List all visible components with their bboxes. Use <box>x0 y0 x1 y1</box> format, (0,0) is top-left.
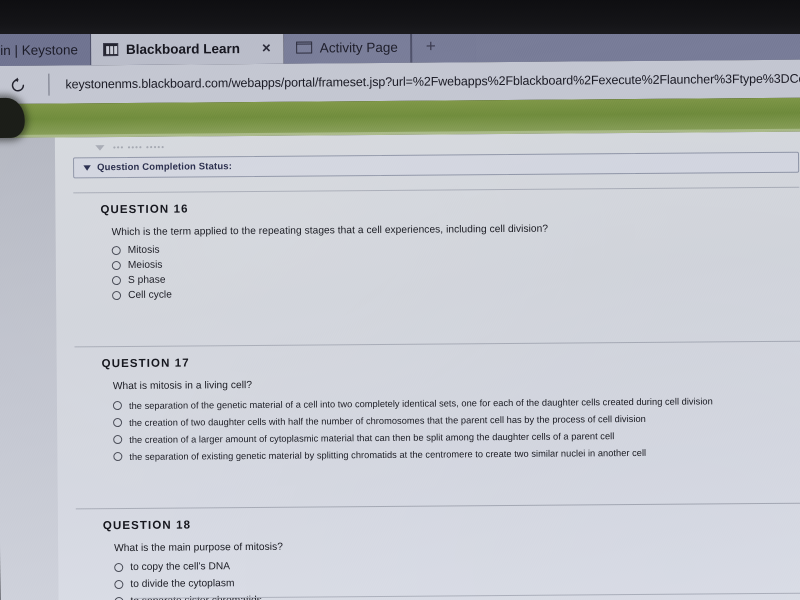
option-label: Meiosis <box>127 259 163 271</box>
cutoff-section-label: ••• •••• ••••• <box>112 142 166 153</box>
chevron-down-icon <box>83 165 91 171</box>
tab-keystone-label: in | Keystone <box>0 41 79 58</box>
radio-button-icon[interactable] <box>114 580 124 590</box>
tab-activity-page-label: Activity Page <box>319 39 398 55</box>
tab-blackboard-learn[interactable]: Blackboard Learn × <box>90 31 284 66</box>
chevron-down-icon <box>95 145 105 151</box>
address-bar-divider <box>48 73 50 96</box>
photo-obstruction <box>0 97 25 139</box>
radio-button-icon[interactable] <box>111 261 121 271</box>
photographed-screen: in | Keystone Blackboard Learn × Activit… <box>0 0 800 600</box>
url-input[interactable]: keystonenms.blackboard.com/webapps/porta… <box>65 72 800 92</box>
monitor-bezel <box>0 0 800 34</box>
question-block: QUESTION 17 What is mitosis in a living … <box>74 340 800 492</box>
option-label: the separation of existing genetic mater… <box>129 447 647 462</box>
radio-button-icon[interactable] <box>111 246 121 256</box>
question-block: QUESTION 16 Which is the term applied to… <box>73 186 800 330</box>
page-left-gutter <box>0 137 59 600</box>
option-label: the creation of two daughter cells with … <box>129 413 646 428</box>
option-label: to divide the cytoplasm <box>130 578 235 590</box>
new-tab-button[interactable]: + <box>410 30 475 63</box>
question-completion-status-label: Question Completion Status: <box>97 161 233 174</box>
option-label: the separation of the genetic material o… <box>128 395 713 411</box>
reload-icon[interactable] <box>2 70 32 100</box>
radio-button-icon[interactable] <box>112 401 122 411</box>
question-options: the separation of the genetic material o… <box>112 392 800 465</box>
option-label: Mitosis <box>127 244 160 256</box>
question-number: QUESTION 18 <box>102 519 192 533</box>
question-number: QUESTION 17 <box>101 357 190 371</box>
browser-address-bar: keystonenms.blackboard.com/webapps/porta… <box>0 59 800 104</box>
radio-button-icon[interactable] <box>112 291 122 301</box>
question-stem: What is mitosis in a living cell? <box>112 380 253 393</box>
browser-window: in | Keystone Blackboard Learn × Activit… <box>0 23 800 600</box>
tab-activity-page[interactable]: Activity Page <box>283 30 411 64</box>
page-body: ••• •••• ••••• Question Completion Statu… <box>0 131 800 600</box>
tab-keystone[interactable]: in | Keystone <box>0 33 92 66</box>
radio-button-icon[interactable] <box>113 452 123 462</box>
question-block: QUESTION 18 What is the main purpose of … <box>75 502 800 600</box>
tab-blackboard-learn-label: Blackboard Learn <box>125 40 241 57</box>
question-stem: Which is the term applied to the repeati… <box>111 223 549 239</box>
window-icon <box>295 41 312 54</box>
question-stem: What is the main purpose of mitosis? <box>114 541 283 555</box>
blackboard-favicon-icon <box>102 42 119 56</box>
radio-button-icon[interactable] <box>111 276 122 286</box>
option-label: Cell cycle <box>128 289 172 301</box>
question-number: QUESTION 16 <box>100 203 189 217</box>
option-label: S phase <box>127 274 166 286</box>
cutoff-collapsed-section: ••• •••• ••••• <box>95 136 800 155</box>
quiz-content: ••• •••• ••••• Question Completion Statu… <box>54 131 800 600</box>
close-icon[interactable]: × <box>262 39 271 56</box>
radio-button-icon[interactable] <box>113 418 123 428</box>
radio-button-icon[interactable] <box>113 435 123 445</box>
option-label: to copy the cell's DNA <box>130 561 231 573</box>
question-completion-status-bar[interactable]: Question Completion Status: <box>73 151 800 179</box>
question-options: Mitosis Meiosis S phase Cell cycle <box>111 238 800 303</box>
radio-button-icon[interactable] <box>114 563 124 573</box>
option-label: the creation of a larger amount of cytop… <box>129 430 615 445</box>
